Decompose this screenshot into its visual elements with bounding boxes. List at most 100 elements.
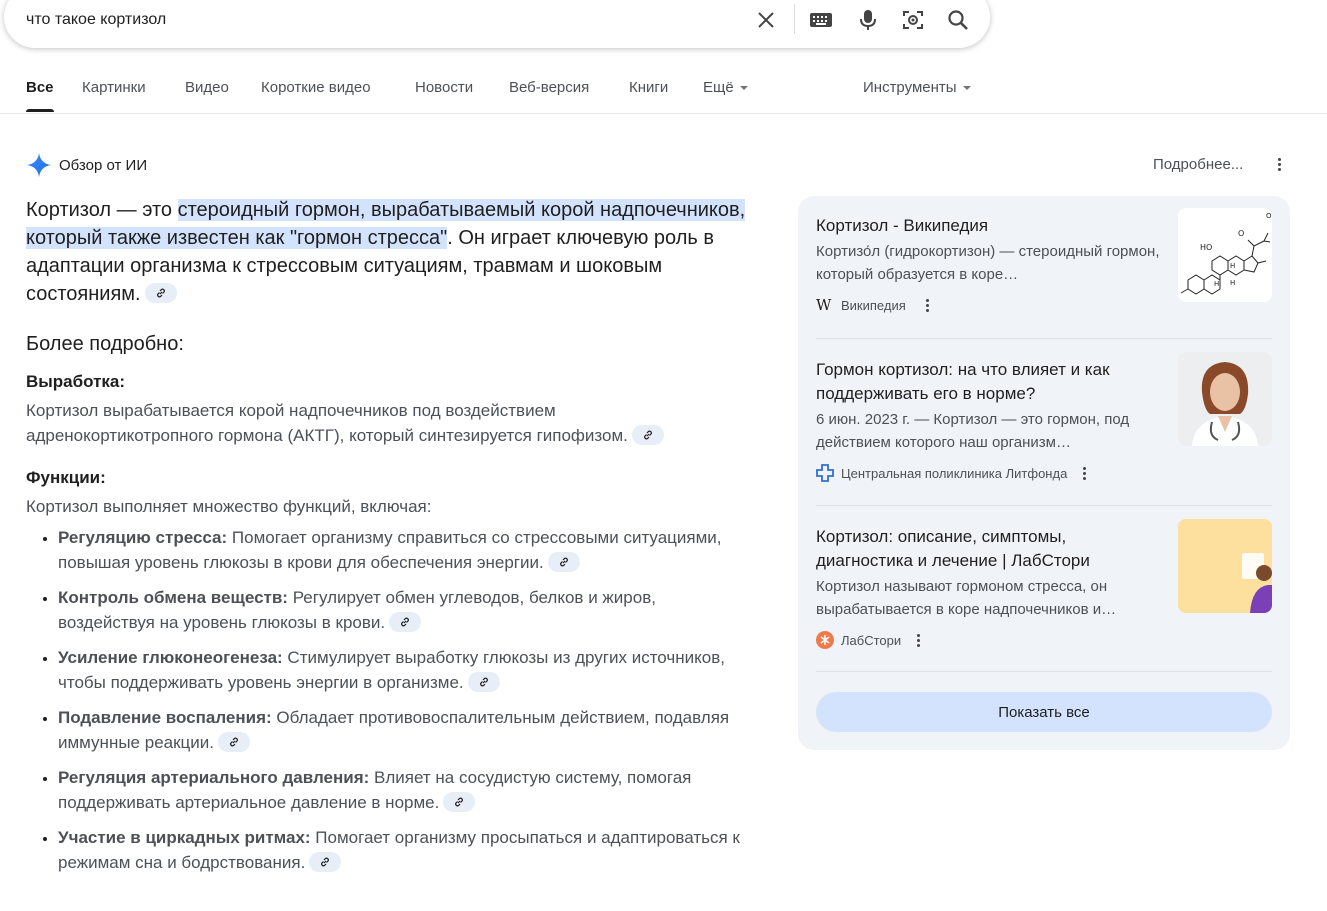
production-text: Кортизол вырабатывается корой надпочечни… <box>26 398 746 448</box>
tab-all[interactable]: Все <box>26 79 54 96</box>
tools-label: Инструменты <box>863 79 957 96</box>
tabs-divider <box>0 113 1327 114</box>
list-item: Подавление воспаления: Обладает противов… <box>58 705 746 755</box>
link-chip[interactable] <box>443 791 476 812</box>
search-divider <box>794 4 795 34</box>
search-bar[interactable]: что такое кортизол <box>4 0 990 48</box>
svg-text:H: H <box>1230 279 1235 287</box>
source-card-labstory[interactable]: Кортизол: описание, симптомы, диагностик… <box>816 519 1272 649</box>
link-chip[interactable] <box>389 611 422 632</box>
production-heading: Выработка: <box>26 372 126 391</box>
card-divider <box>816 671 1272 672</box>
more-vert-icon[interactable] <box>1278 158 1282 173</box>
source-title[interactable]: Гормон кортизол: на что влияет и как под… <box>816 358 1156 406</box>
ai-sparkle-icon <box>27 153 51 177</box>
source-title[interactable]: Кортизол: описание, симптомы, диагностик… <box>816 525 1156 573</box>
function-term: Регуляцию стресса: <box>58 528 228 547</box>
functions-intro: Кортизол выполняет множество функций, вк… <box>26 497 432 516</box>
link-chip[interactable] <box>631 424 664 445</box>
tools-button[interactable]: Инструменты <box>863 79 971 96</box>
link-chip[interactable] <box>218 731 250 752</box>
chevron-down-icon <box>739 86 748 91</box>
tab-videos[interactable]: Видео <box>185 79 229 96</box>
sources-panel: Кортизол - Википедия Кортизо́л (гидрокор… <box>798 196 1290 750</box>
search-icon[interactable] <box>946 8 970 32</box>
svg-text:O: O <box>1238 229 1244 238</box>
link-chip[interactable] <box>467 671 500 692</box>
link-icon <box>455 797 464 806</box>
more-vert-icon[interactable] <box>917 633 921 649</box>
more-vert-icon[interactable] <box>1083 466 1087 482</box>
ai-overview-title: Обзор от ИИ <box>59 156 148 174</box>
list-item: Участие в циркадных ритмах: Помогает орг… <box>58 825 746 875</box>
source-name: Центральная поликлиника Литфонда <box>841 465 1068 481</box>
chevron-down-icon <box>962 86 971 91</box>
tab-more[interactable]: Ещё <box>703 79 748 96</box>
search-tabs: Все Картинки Видео Короткие видео Новост… <box>0 79 1327 115</box>
ai-overview-content: Кортизол — это стероидный гормон, выраба… <box>26 196 746 885</box>
list-item: Усиление глюконеогенеза: Стимулирует выр… <box>58 645 746 695</box>
link-chip[interactable] <box>144 282 177 303</box>
ai-lead-paragraph: Кортизол — это стероидный гормон, выраба… <box>26 196 746 308</box>
clear-icon[interactable] <box>754 8 778 32</box>
more-details-heading: Более подробно: <box>26 333 184 355</box>
source-attribution: Центральная поликлиника Литфонда <box>816 464 1272 482</box>
tab-more-label: Ещё <box>703 79 734 96</box>
svg-text:H: H <box>1214 280 1219 288</box>
active-tab-indicator <box>26 109 54 112</box>
functions-heading: Функции: <box>26 468 106 487</box>
list-item: Регуляция артериального давления: Влияет… <box>58 765 746 815</box>
camera-search-icon[interactable] <box>901 8 925 32</box>
more-vert-icon[interactable] <box>925 298 930 314</box>
svg-text:H: H <box>1230 262 1235 270</box>
source-name: ЛабСтори <box>841 632 902 648</box>
tab-short-videos[interactable]: Короткие видео <box>261 79 371 96</box>
tab-news[interactable]: Новости <box>415 79 473 96</box>
link-icon <box>156 288 165 298</box>
list-item: Регуляцию стресса: Помогает организму сп… <box>58 525 746 575</box>
link-icon <box>230 737 238 746</box>
tab-books[interactable]: Книги <box>629 79 668 96</box>
cortisol-structure-image: HO O H H H O <box>1178 208 1272 302</box>
microphone-icon[interactable] <box>856 8 880 32</box>
function-term: Контроль обмена веществ: <box>58 588 288 607</box>
lead-start: Кортизол — это <box>26 199 178 221</box>
source-snippet: 6 июн. 2023 г. — Кортизол — это гормон, … <box>816 411 1130 451</box>
labstory-icon <box>816 631 834 649</box>
source-snippet: Кортизол называют гормоном стресса, он в… <box>816 578 1117 618</box>
source-snippet: Кортизо́л (гидрокортизон) — стероидный г… <box>816 243 1160 283</box>
list-item: Контроль обмена веществ: Регулирует обме… <box>58 585 746 635</box>
link-icon <box>559 557 568 566</box>
link-icon <box>479 677 488 686</box>
labstory-illustration-image <box>1178 519 1272 613</box>
function-term: Усиление глюконеогенеза: <box>58 648 283 667</box>
svg-text:HO: HO <box>1200 243 1212 252</box>
doctor-photo-image <box>1178 352 1272 446</box>
ai-more-link[interactable]: Подробнее... <box>1153 156 1243 173</box>
function-term: Участие в циркадных ритмах: <box>58 828 311 847</box>
show-all-button[interactable]: Показать все <box>816 692 1272 732</box>
link-icon <box>401 617 410 626</box>
source-card-wikipedia[interactable]: Кортизол - Википедия Кортизо́л (гидрокор… <box>816 208 1272 314</box>
card-divider <box>816 505 1272 506</box>
source-card-clinic[interactable]: Гормон кортизол: на что влияет и как под… <box>816 352 1272 482</box>
tab-web[interactable]: Веб-версия <box>509 79 589 96</box>
production-body: Кортизол вырабатывается корой надпочечни… <box>26 401 628 445</box>
functions-list: Регуляцию стресса: Помогает организму сп… <box>26 525 746 875</box>
clinic-icon <box>816 464 834 482</box>
card-divider <box>816 338 1272 339</box>
link-chip[interactable] <box>309 851 342 872</box>
source-name: Википедия <box>841 297 906 313</box>
svg-text:O: O <box>1266 212 1272 220</box>
source-title[interactable]: Кортизол - Википедия <box>816 214 1156 238</box>
source-attribution: ЛабСтори <box>816 631 1272 649</box>
link-chip[interactable] <box>547 551 580 572</box>
keyboard-icon[interactable] <box>809 8 833 32</box>
wikipedia-icon: W <box>816 296 832 314</box>
link-icon <box>643 430 652 439</box>
function-term: Подавление воспаления: <box>58 708 272 727</box>
function-term: Регуляция артериального давления: <box>58 768 370 787</box>
search-input[interactable]: что такое кортизол <box>26 11 166 29</box>
tab-images[interactable]: Картинки <box>82 79 146 96</box>
ai-overview-header: Обзор от ИИ <box>26 152 147 178</box>
